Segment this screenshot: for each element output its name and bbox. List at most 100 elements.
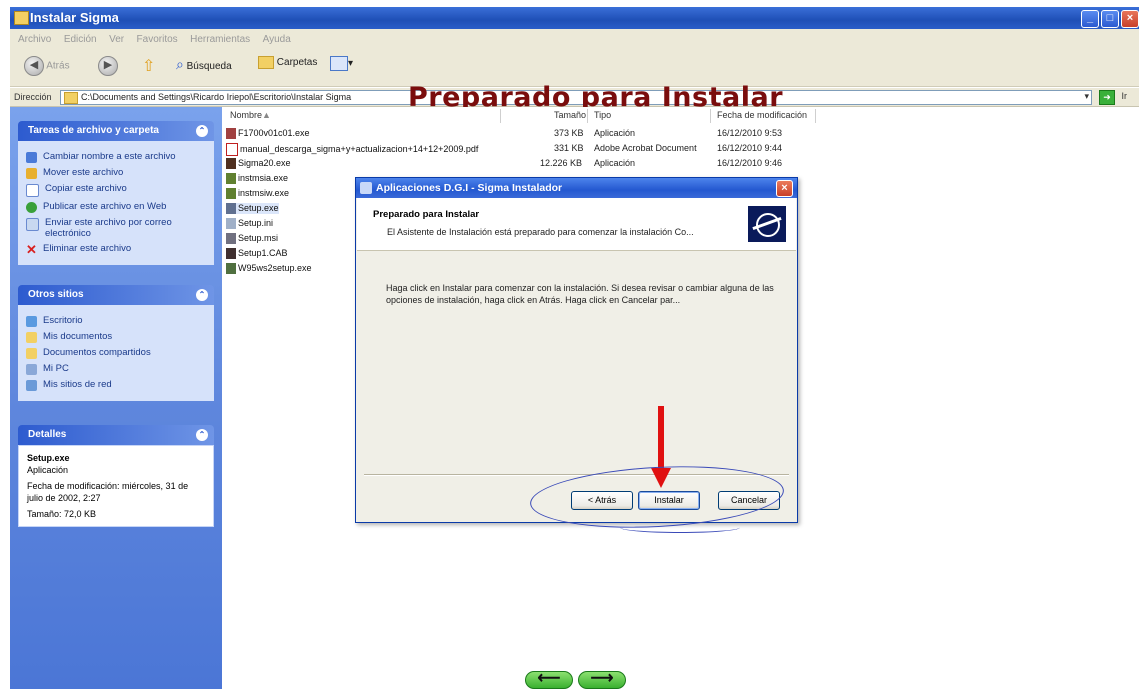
go-label[interactable]: Ir — [1122, 91, 1128, 101]
back-button[interactable]: ◀ Atrás — [24, 56, 70, 76]
task-label: Enviar este archivo por correo electróni… — [45, 217, 172, 239]
dialog-titlebar[interactable]: Aplicaciones D.G.I - Sigma Instalador × — [356, 178, 797, 198]
file-row[interactable]: F1700v01c01.exe — [226, 128, 310, 140]
task-copy[interactable]: Copiar este archivo — [26, 183, 206, 197]
folder-icon — [14, 11, 29, 25]
file-type: Adobe Acrobat Document — [594, 143, 697, 153]
menu-edicion[interactable]: Edición — [64, 30, 97, 49]
file-row-selected[interactable]: Setup.exe — [226, 203, 279, 215]
menu-ayuda[interactable]: Ayuda — [263, 30, 291, 49]
go-arrow-icon[interactable]: ➜ — [1099, 90, 1115, 105]
place-my-pc[interactable]: Mi PC — [26, 363, 206, 375]
column-size[interactable]: Tamaño — [554, 110, 586, 120]
place-desktop[interactable]: Escritorio — [26, 315, 206, 327]
next-page-button[interactable]: ⟶ — [578, 671, 626, 689]
task-label: Copiar este archivo — [45, 183, 127, 194]
place-network[interactable]: Mis sitios de red — [26, 379, 206, 391]
views-icon — [330, 56, 348, 71]
details-title: Detalles — [28, 429, 67, 440]
installer-icon — [226, 173, 236, 185]
file-tasks-title: Tareas de archivo y carpeta — [28, 125, 159, 136]
menu-favoritos[interactable]: Favoritos — [137, 30, 178, 49]
views-button[interactable]: ▾ — [330, 56, 353, 71]
folders-button[interactable]: Carpetas — [258, 56, 317, 69]
file-type: Aplicación — [594, 128, 636, 138]
file-size: 331 KB — [554, 143, 584, 153]
column-divider[interactable] — [710, 109, 711, 123]
column-date[interactable]: Fecha de modificación — [717, 110, 807, 120]
details-filename: Setup.exe — [27, 453, 70, 463]
shared-folder-icon — [26, 348, 37, 359]
task-delete[interactable]: ✕ Eliminar este archivo — [26, 242, 206, 257]
menu-ver[interactable]: Ver — [109, 30, 124, 49]
folder-icon — [64, 92, 78, 104]
file-name: Setup.ini — [238, 218, 274, 228]
menu-herramientas[interactable]: Herramientas — [190, 30, 250, 49]
column-divider[interactable] — [815, 109, 816, 123]
exe-icon — [226, 128, 236, 140]
sort-arrow-icon: ▲ — [262, 110, 271, 120]
file-row[interactable]: W95ws2setup.exe — [226, 263, 312, 275]
task-publish[interactable]: Publicar este archivo en Web — [26, 201, 206, 213]
maximize-button[interactable]: □ — [1101, 10, 1119, 28]
documents-folder-icon — [26, 332, 37, 343]
copy-icon — [26, 184, 39, 197]
task-rename[interactable]: Cambiar nombre a este archivo — [26, 151, 206, 163]
file-date: 16/12/2010 9:44 — [717, 143, 783, 153]
task-label: Publicar este archivo en Web — [43, 201, 167, 212]
file-name: instmsia.exe — [238, 173, 289, 183]
place-shared-documents[interactable]: Documentos compartidos — [26, 347, 206, 359]
dialog-subheading: El Asistente de Instalación está prepara… — [387, 227, 694, 237]
dialog-body-text: Haga click en Instalar para comenzar con… — [386, 283, 774, 305]
folders-icon — [258, 56, 274, 69]
collapse-icon[interactable]: ⌃ — [196, 125, 208, 137]
network-icon — [26, 380, 37, 391]
pdf-icon — [226, 143, 238, 156]
file-row[interactable]: Sigma20.exe — [226, 158, 291, 170]
task-move[interactable]: Mover este archivo — [26, 167, 206, 179]
file-row[interactable]: Setup1.CAB — [226, 248, 288, 260]
forward-button[interactable]: ▶ — [98, 56, 118, 76]
file-name: manual_descarga_sigma+y+actualizacion+14… — [240, 143, 479, 154]
previous-page-button[interactable]: ⟵ — [525, 671, 573, 689]
column-divider[interactable] — [500, 109, 501, 123]
other-places-header[interactable]: Otros sitios ⌃ — [18, 285, 214, 305]
desktop-icon — [26, 316, 37, 327]
collapse-icon[interactable]: ⌃ — [196, 289, 208, 301]
details-type: Aplicación — [27, 465, 69, 475]
dialog-title: Aplicaciones D.G.I - Sigma Instalador — [376, 182, 563, 194]
rename-icon — [26, 152, 37, 163]
file-row[interactable]: instmsia.exe — [226, 173, 289, 185]
menu-archivo[interactable]: Archivo — [18, 30, 51, 49]
file-row[interactable]: Setup.msi — [226, 233, 279, 245]
address-path: C:\Documents and Settings\Ricardo Iriepo… — [81, 92, 352, 102]
task-email[interactable]: Enviar este archivo por correo electróni… — [26, 217, 206, 239]
details-header[interactable]: Detalles ⌃ — [18, 425, 214, 445]
address-label: Dirección — [14, 92, 52, 102]
close-button[interactable]: × — [1121, 10, 1139, 28]
column-type[interactable]: Tipo — [594, 110, 611, 120]
dialog-header: Preparado para Instalar El Asistente de … — [357, 198, 796, 251]
column-name[interactable]: Nombre — [230, 110, 262, 120]
collapse-icon[interactable]: ⌃ — [196, 429, 208, 441]
search-label: Búsqueda — [186, 61, 232, 72]
delete-icon: ✕ — [26, 242, 37, 257]
place-my-documents[interactable]: Mis documentos — [26, 331, 206, 343]
file-row[interactable]: manual_descarga_sigma+y+actualizacion+14… — [226, 143, 478, 156]
file-name: Setup.msi — [238, 233, 279, 243]
up-folder-icon[interactable]: ⇧ — [142, 56, 155, 76]
search-icon: ⌕ — [176, 56, 184, 72]
search-button[interactable]: ⌕ Búsqueda — [176, 56, 232, 73]
globe-icon — [26, 202, 37, 213]
column-divider[interactable] — [587, 109, 588, 123]
file-row[interactable]: instmsiw.exe — [226, 188, 289, 200]
file-tasks-header[interactable]: Tareas de archivo y carpeta ⌃ — [18, 121, 214, 141]
file-row[interactable]: Setup.ini — [226, 218, 274, 230]
dropdown-icon[interactable]: ▾ — [1084, 91, 1089, 102]
minimize-button[interactable]: _ — [1081, 10, 1099, 28]
task-pane: Tareas de archivo y carpeta ⌃ Cambiar no… — [10, 107, 222, 689]
dialog-close-button[interactable]: × — [776, 180, 793, 197]
file-date: 16/12/2010 9:53 — [717, 128, 783, 138]
red-arrow-annotation — [658, 406, 664, 470]
window-titlebar: Instalar Sigma _ □ × — [10, 7, 1139, 29]
